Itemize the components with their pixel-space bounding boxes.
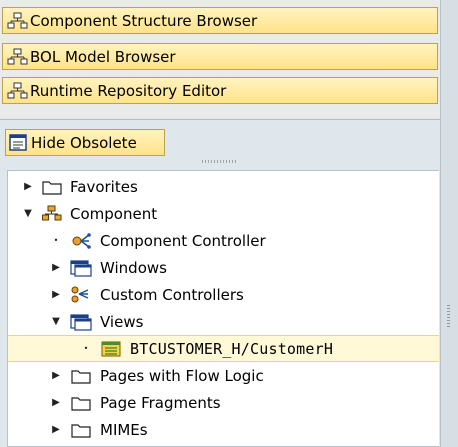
structure-icon [7, 12, 28, 30]
splitter-grip-icon [447, 305, 450, 329]
component-tree: ▶ Favorites ▼ Component • Component Cont… [7, 170, 439, 447]
tree-row-label: Page Fragments [100, 393, 221, 412]
navigation-panel: Component Structure Browser BOL Model Br… [0, 0, 440, 118]
splitter-handle[interactable] [202, 160, 238, 163]
vertical-splitter[interactable] [440, 0, 458, 447]
tree-row-favorites[interactable]: ▶ Favorites [8, 173, 439, 200]
tree-row-mimes[interactable]: ▶ MIMEs [8, 416, 439, 443]
tree-row-label: BTCUSTOMER_H/CustomerH [130, 339, 334, 358]
expand-arrow-icon[interactable]: ▶ [50, 262, 62, 274]
controller-icon [70, 232, 92, 250]
expand-arrow-icon[interactable]: ▶ [50, 424, 62, 436]
folder-icon [70, 367, 92, 385]
window-icon [70, 259, 92, 277]
tree-row-page-fragments[interactable]: ▶ Page Fragments [8, 389, 439, 416]
structure-icon [7, 82, 28, 100]
tree-row-btcustomer-view[interactable]: • BTCUSTOMER_H/CustomerH [8, 335, 439, 362]
tree-row-custom-controllers[interactable]: ▶ Custom Controllers [8, 281, 439, 308]
collapse-arrow-icon[interactable]: ▼ [50, 316, 62, 328]
tree-row-label: Favorites [70, 177, 138, 196]
tree-row-label: Custom Controllers [100, 285, 244, 304]
custom-controller-icon [70, 286, 92, 304]
tree-row-component-controller[interactable]: • Component Controller [8, 227, 439, 254]
component-structure-browser-button[interactable]: Component Structure Browser [2, 7, 438, 34]
bol-model-browser-label: BOL Model Browser [30, 47, 176, 66]
folder-icon [41, 178, 63, 196]
component-icon [41, 205, 63, 223]
tree-row-label: MIMEs [100, 420, 148, 439]
tree-row-label: Pages with Flow Logic [100, 366, 264, 385]
tree-row-label: Component Controller [100, 231, 266, 250]
bol-model-browser-button[interactable]: BOL Model Browser [2, 43, 438, 70]
runtime-repository-editor-button[interactable]: Runtime Repository Editor [2, 77, 438, 104]
leaf-dot-icon: • [83, 344, 89, 353]
hide-obsolete-icon [8, 133, 29, 152]
tree-row-label: Component [70, 204, 158, 223]
folder-icon [70, 394, 92, 412]
window-icon [70, 313, 92, 331]
tree-row-windows[interactable]: ▶ Windows [8, 254, 439, 281]
expand-arrow-icon[interactable]: ▶ [50, 289, 62, 301]
component-structure-browser-label: Component Structure Browser [30, 11, 258, 30]
tree-row-label: Views [100, 312, 144, 331]
hide-obsolete-button[interactable]: Hide Obsolete [5, 129, 165, 156]
divider [0, 119, 440, 120]
collapse-arrow-icon[interactable]: ▼ [22, 208, 34, 220]
view-icon [100, 340, 122, 358]
hide-obsolete-label: Hide Obsolete [31, 133, 137, 152]
expand-arrow-icon[interactable]: ▶ [50, 397, 62, 409]
tree-row-pages-with-flow-logic[interactable]: ▶ Pages with Flow Logic [8, 362, 439, 389]
tree-row-views[interactable]: ▼ Views [8, 308, 439, 335]
expand-arrow-icon[interactable]: ▶ [22, 181, 34, 193]
leaf-dot-icon: • [53, 236, 59, 245]
structure-icon [7, 48, 28, 66]
runtime-repository-editor-label: Runtime Repository Editor [30, 81, 227, 100]
tree-row-component[interactable]: ▼ Component [8, 200, 439, 227]
tree-row-label: Windows [100, 258, 167, 277]
folder-icon [70, 421, 92, 439]
expand-arrow-icon[interactable]: ▶ [50, 370, 62, 382]
